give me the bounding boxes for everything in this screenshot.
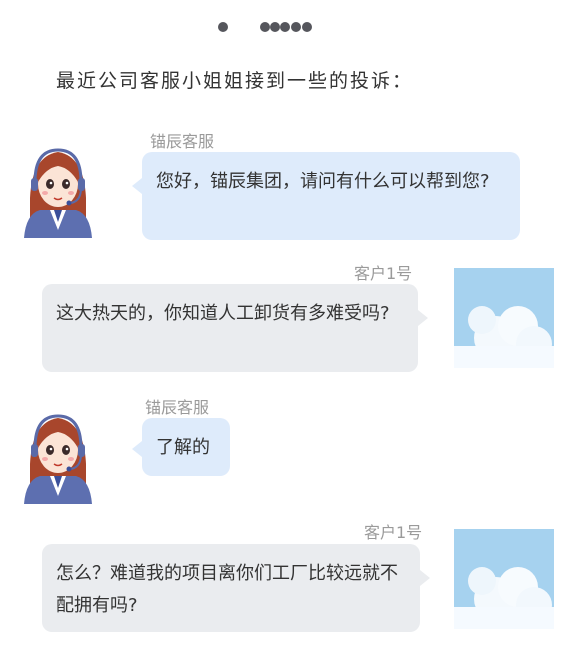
- bubble-tail: [132, 441, 142, 457]
- pagination-dot: [270, 22, 280, 32]
- bubble-tail: [132, 178, 142, 194]
- customer-service-avatar-icon: [24, 414, 92, 504]
- pagination-dot: [218, 22, 228, 32]
- pagination-dot: [260, 22, 270, 32]
- pagination-dot: [280, 22, 290, 32]
- sky-cloud-avatar: [454, 529, 554, 629]
- sender-name-agent: 锚辰客服: [150, 132, 215, 151]
- chat-bubble-customer: 这大热天的，你知道人工卸货有多难受吗?: [42, 284, 418, 372]
- chat-bubble-customer: 怎么？难道我的项目离你们工厂比较远就不配拥有吗?: [42, 544, 420, 632]
- customer-service-avatar-icon: [24, 148, 92, 238]
- sender-name-customer: 客户1号: [364, 523, 423, 542]
- intro-text: 最近公司客服小姐姐接到一些的投诉：: [56, 70, 414, 92]
- pagination-dots: [0, 22, 563, 34]
- sky-cloud-avatar: [454, 268, 554, 368]
- sender-name-agent: 锚辰客服: [145, 398, 210, 417]
- sender-name-customer: 客户1号: [354, 264, 413, 283]
- bubble-tail: [420, 570, 430, 586]
- pagination-dot: [302, 22, 312, 32]
- chat-bubble-agent: 了解的: [142, 418, 230, 476]
- bubble-tail: [418, 310, 428, 326]
- chat-bubble-agent: 您好，锚辰集团，请问有什么可以帮到您?: [142, 152, 520, 240]
- pagination-dot: [291, 22, 301, 32]
